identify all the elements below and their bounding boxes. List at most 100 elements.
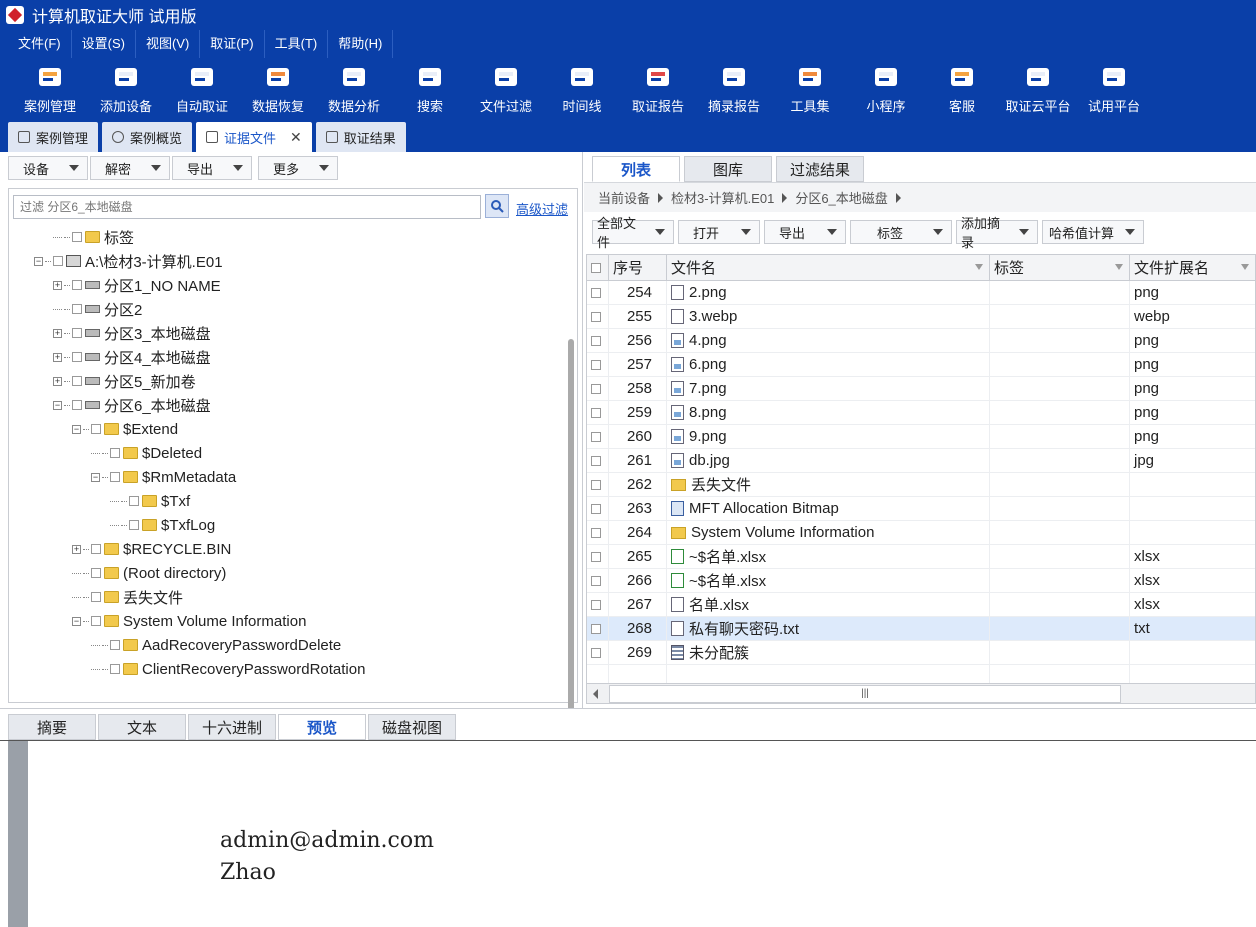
- checkbox[interactable]: [72, 352, 82, 362]
- checkbox[interactable]: [110, 640, 120, 650]
- menu-settings[interactable]: 设置(S): [72, 30, 136, 58]
- tree-node[interactable]: (Root directory): [9, 561, 561, 585]
- toolbar-button-13[interactable]: 取证云平台: [1000, 58, 1076, 120]
- collapse-icon[interactable]: −: [72, 424, 81, 434]
- breadcrumb-item[interactable]: 检材3-计算机.E01: [671, 188, 774, 207]
- toolbar-button-5[interactable]: 搜索: [392, 58, 468, 120]
- toolbar-button-6[interactable]: 文件过滤: [468, 58, 544, 120]
- tab-hex[interactable]: 十六进制: [188, 714, 276, 740]
- toolbar-button-11[interactable]: 小程序: [848, 58, 924, 120]
- collapse-icon[interactable]: −: [53, 400, 62, 410]
- tree-node[interactable]: 丢失文件: [9, 585, 561, 609]
- table-row[interactable]: 256 4.png png: [587, 329, 1255, 353]
- checkbox[interactable]: [129, 520, 139, 530]
- filter-icon[interactable]: [975, 264, 983, 270]
- tree-node[interactable]: − A:\检材3-计算机.E01: [9, 249, 561, 273]
- checkbox[interactable]: [591, 287, 601, 298]
- tree-node[interactable]: + 分区4_本地磁盘: [9, 345, 561, 369]
- checkbox[interactable]: [591, 262, 601, 273]
- toolbar-button-1[interactable]: 添加设备: [88, 58, 164, 120]
- checkbox[interactable]: [91, 592, 101, 602]
- tree-node[interactable]: + 分区5_新加卷: [9, 369, 561, 393]
- table-row[interactable]: 259 8.png png: [587, 401, 1255, 425]
- breadcrumb-item[interactable]: 分区6_本地磁盘: [795, 188, 887, 207]
- horizontal-scrollbar[interactable]: |||: [587, 683, 1255, 703]
- tree-node[interactable]: $Deleted: [9, 441, 561, 465]
- toolbar-button-14[interactable]: 试用平台: [1076, 58, 1152, 120]
- table-row[interactable]: 254 2.png png: [587, 281, 1255, 305]
- expand-icon[interactable]: +: [53, 280, 62, 290]
- tree-scrollbar[interactable]: [568, 339, 574, 719]
- checkbox[interactable]: [91, 544, 101, 554]
- expand-icon[interactable]: +: [53, 376, 62, 386]
- checkbox[interactable]: [110, 448, 120, 458]
- header-index[interactable]: 序号: [609, 255, 667, 280]
- decrypt-dropdown[interactable]: 解密: [90, 156, 170, 180]
- tree-node[interactable]: 标签: [9, 225, 561, 249]
- tab-evidence-files[interactable]: 证据文件 ✕: [196, 122, 312, 152]
- table-row[interactable]: 269 未分配簇: [587, 641, 1255, 665]
- menu-help[interactable]: 帮助(H): [328, 30, 394, 58]
- table-row[interactable]: 268 私有聊天密码.txt txt: [587, 617, 1255, 641]
- collapse-icon[interactable]: −: [34, 256, 43, 266]
- tab-text[interactable]: 文本: [98, 714, 186, 740]
- header-tag[interactable]: 标签: [990, 255, 1130, 280]
- add-excerpt-dropdown[interactable]: 添加摘录: [956, 216, 1038, 250]
- toolbar-button-12[interactable]: 客服: [924, 58, 1000, 120]
- table-row[interactable]: 260 9.png png: [587, 425, 1255, 449]
- scroll-thumb[interactable]: |||: [609, 684, 1121, 703]
- open-dropdown[interactable]: 打开: [678, 220, 760, 244]
- table-row[interactable]: 263 MFT Allocation Bitmap: [587, 497, 1255, 521]
- table-row[interactable]: 257 6.png png: [587, 353, 1255, 377]
- header-extension[interactable]: 文件扩展名: [1130, 255, 1255, 280]
- menu-forensics[interactable]: 取证(P): [200, 30, 265, 58]
- menu-file[interactable]: 文件(F): [8, 30, 72, 58]
- table-row[interactable]: 267 名单.xlsx xlsx: [587, 593, 1255, 617]
- expand-icon[interactable]: +: [72, 544, 81, 554]
- close-icon[interactable]: ✕: [290, 129, 302, 146]
- tree-node[interactable]: 分区2: [9, 297, 561, 321]
- checkbox[interactable]: [591, 503, 601, 514]
- checkbox[interactable]: [72, 400, 82, 410]
- checkbox[interactable]: [591, 335, 601, 346]
- checkbox[interactable]: [591, 623, 601, 634]
- device-dropdown[interactable]: 设备: [8, 156, 88, 180]
- checkbox[interactable]: [591, 407, 601, 418]
- tab-forensic-results[interactable]: 取证结果: [315, 122, 406, 152]
- tab-gallery[interactable]: 图库: [684, 156, 772, 182]
- tree-node[interactable]: − $Extend: [9, 417, 561, 441]
- checkbox[interactable]: [591, 575, 601, 586]
- checkbox[interactable]: [591, 479, 601, 490]
- tab-summary[interactable]: 摘要: [8, 714, 96, 740]
- tab-case-overview[interactable]: 案例概览: [102, 122, 193, 152]
- header-filename[interactable]: 文件名: [667, 255, 990, 280]
- checkbox[interactable]: [591, 359, 601, 370]
- checkbox[interactable]: [72, 280, 82, 290]
- tag-dropdown[interactable]: 标签: [850, 220, 952, 244]
- filter-icon[interactable]: [1115, 264, 1123, 270]
- checkbox[interactable]: [91, 616, 101, 626]
- expand-icon[interactable]: +: [53, 328, 62, 338]
- table-row[interactable]: 264 System Volume Information: [587, 521, 1255, 545]
- scroll-left-icon[interactable]: [593, 688, 598, 699]
- table-row[interactable]: 262 丢失文件: [587, 473, 1255, 497]
- table-row[interactable]: 258 7.png png: [587, 377, 1255, 401]
- checkbox[interactable]: [72, 376, 82, 386]
- tab-filter-results[interactable]: 过滤结果: [776, 156, 864, 182]
- checkbox[interactable]: [110, 472, 120, 482]
- tree-node[interactable]: AadRecoveryPasswordDelete: [9, 633, 561, 657]
- tree-node[interactable]: ClientRecoveryPasswordRotation: [9, 657, 561, 681]
- table-row[interactable]: 265 ~$名单.xlsx xlsx: [587, 545, 1255, 569]
- checkbox[interactable]: [72, 232, 82, 242]
- checkbox[interactable]: [591, 383, 601, 394]
- checkbox[interactable]: [129, 496, 139, 506]
- checkbox[interactable]: [72, 304, 82, 314]
- tree-node[interactable]: + 分区1_NO NAME: [9, 273, 561, 297]
- checkbox[interactable]: [591, 599, 601, 610]
- table-row[interactable]: 255 3.webp webp: [587, 305, 1255, 329]
- advanced-filter-link[interactable]: 高级过滤: [516, 199, 568, 218]
- export-list-dropdown[interactable]: 导出: [764, 220, 846, 244]
- tab-list[interactable]: 列表: [592, 156, 680, 182]
- search-button[interactable]: [485, 194, 509, 218]
- checkbox[interactable]: [53, 256, 63, 266]
